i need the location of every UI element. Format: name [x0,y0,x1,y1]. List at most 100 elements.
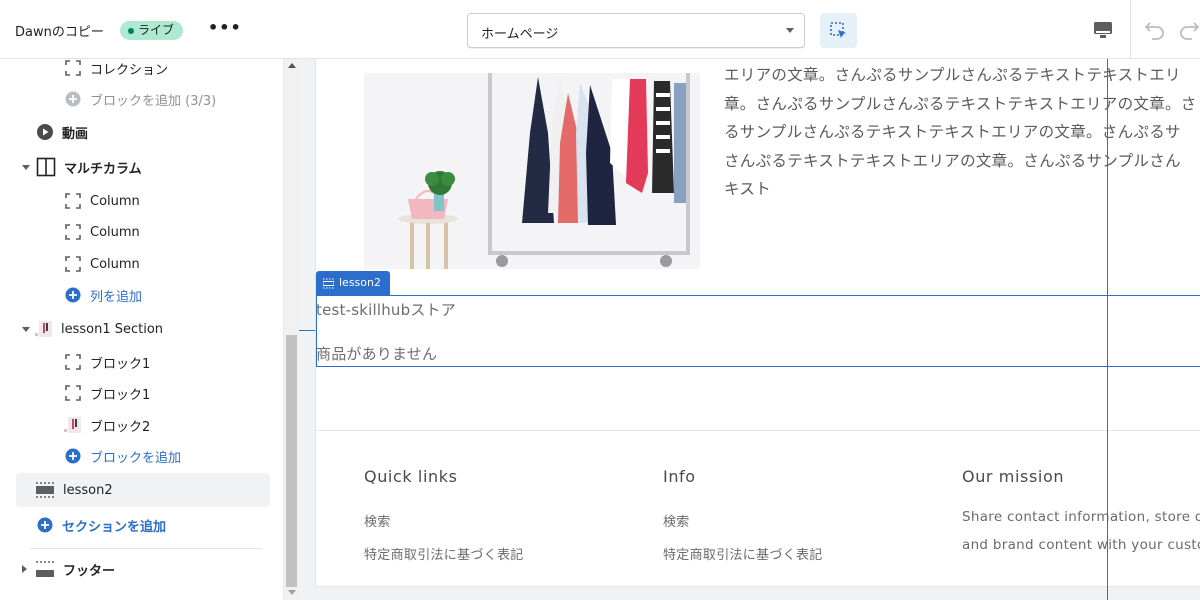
sidebar-scrollbar[interactable] [283,59,299,600]
editor-topbar: Dawnのコピー ライブ ••• ホームページ [0,0,1200,59]
sidebar-item-collection[interactable]: コレクション [64,59,168,80]
add-column-button[interactable]: 列を追加 [64,283,142,307]
sidebar-item-multicolumn[interactable]: マルチカラム [22,155,142,179]
topbar-divider [1130,0,1131,59]
alignment-guide-horizontal [299,330,315,331]
add-circle-icon [65,287,81,303]
more-actions-button[interactable]: ••• [208,19,241,41]
theme-name: Dawnのコピー [15,25,104,40]
page-selector[interactable]: ホームページ [467,13,805,48]
body-text-line: さんぷるテキストテキストエリアの文章。さんぷるサンプルさん [724,151,1181,170]
section-sidebar: コレクション ブロックを追加 (3/3) 動画 マルチカラム Column Co… [0,59,283,600]
sidebar-item-label: 列を追加 [90,289,143,305]
chevron-down-icon[interactable] [22,164,30,170]
sidebar-item-lesson1-section[interactable]: lesson1 Section [22,317,163,341]
block-icon [65,385,81,401]
sidebar-item-block2[interactable]: ブロック2 [64,413,150,437]
section-label-text: lesson2 [339,276,381,289]
sidebar-item-label: ブロック1 [90,387,151,403]
clothing-rack-image [364,73,700,269]
sidebar-item-label: Column [90,193,140,209]
no-products-text: 商品がありません [316,345,438,363]
desktop-view-button[interactable] [1090,17,1116,43]
image-thumb-icon [64,417,81,433]
block-icon [65,60,81,76]
block-icon [65,354,81,370]
add-section-button[interactable]: セクションを追加 [36,513,166,537]
sidebar-item-label: ブロックを追加 [90,450,182,466]
footer-heading: Our mission [962,467,1065,486]
clothing-rack-illustration [364,73,700,269]
sidebar-item-block1[interactable]: ブロック1 [64,350,150,374]
body-text-line: 章。さんぷるサンプルさんぷるテキストテキストエリアの文章。さ [724,94,1197,113]
sidebar-item-label: lesson1 Section [61,321,164,337]
live-label: ライブ [138,23,175,37]
live-status-badge: ライブ [120,21,184,40]
footer-divider [316,430,1200,431]
sidebar-item-label: マルチカラム [64,161,142,177]
sidebar-item-column[interactable]: Column [64,220,140,244]
add-circle-icon [65,448,81,464]
body-text-line: るサンプルさんぷるテキストテキストエリアの文章。さんぷるサ [724,123,1181,142]
block-icon [65,224,81,240]
footer-link-search[interactable]: 検索 [364,511,524,530]
section-label-tag[interactable]: lesson2 [316,271,390,295]
sidebar-item-column[interactable]: Column [64,189,140,213]
footer-link-legal[interactable]: 特定商取引法に基づく表記 [663,544,823,563]
sidebar-item-label: ブロックを追加 (3/3) [90,93,217,109]
add-block-button-disabled[interactable]: ブロックを追加 (3/3) [64,87,216,111]
chevron-down-icon[interactable] [22,326,30,332]
scrollbar-thumb[interactable] [286,335,297,587]
sidebar-item-label: Column [90,224,140,240]
sidebar-item-footer[interactable]: フッター [22,557,115,581]
inspector-toggle-button[interactable] [820,13,857,48]
body-text-line: エリアの文章。さんぷるサンプルさんぷるテキストテキストエリ [724,66,1181,84]
sidebar-item-label: フッター [63,563,116,579]
sidebar-item-label: ブロック2 [90,419,151,435]
block-icon [65,193,81,209]
footer-link-legal[interactable]: 特定商取引法に基づく表記 [364,544,524,563]
footer-mission-text: Share contact information, store d and b… [962,503,1200,559]
footer-mission-line: Share contact information, store d [962,509,1200,525]
add-circle-icon [65,91,81,107]
footer-mission-line: and brand content with your custo [962,537,1200,553]
redo-icon [1180,22,1200,40]
sidebar-item-label: コレクション [90,62,169,78]
chevron-down-icon [786,28,794,33]
alignment-guide-vertical [1107,59,1108,600]
footer-icon [36,561,54,577]
chevron-right-icon[interactable] [22,565,27,573]
image-thumb-icon [35,321,52,337]
scroll-up-arrow-icon[interactable] [288,63,296,68]
store-name-text: test-skillhubストア [316,301,456,319]
undo-button[interactable] [1143,19,1167,41]
add-block-button[interactable]: ブロックを追加 [64,444,181,468]
page-selector-value: ホームページ [481,27,559,42]
footer-our-mission: Our mission Share contact information, s… [962,467,1200,559]
sidebar-item-lesson2[interactable]: lesson2 [35,478,113,502]
add-circle-icon [37,517,53,533]
desktop-icon [1094,22,1112,38]
block-icon [65,256,81,272]
section-icon [36,482,54,498]
sidebar-item-label: ブロック1 [90,356,151,372]
redo-button[interactable] [1177,19,1200,41]
sidebar-item-column[interactable]: Column [64,252,140,276]
sidebar-item-block1[interactable]: ブロック1 [64,381,150,405]
sidebar-item-label: 動画 [62,126,89,142]
footer-quick-links: Quick links 検索 特定商取引法に基づく表記 [364,467,524,563]
footer-heading: Quick links [364,467,458,486]
sidebar-item-label: lesson2 [63,482,113,498]
columns-icon [36,157,56,177]
sidebar-divider [30,548,262,549]
body-text-line: キスト [724,180,771,199]
footer-info: Info 検索 特定商取引法に基づく表記 [663,467,823,563]
theme-preview: エリアの文章。さんぷるサンプルさんぷるテキストテキストエリ 章。さんぷるサンプル… [299,59,1200,600]
section-icon [323,278,334,288]
footer-heading: Info [663,467,696,486]
live-dot-icon [128,27,134,34]
play-icon [37,124,53,140]
footer-link-search[interactable]: 検索 [663,511,823,530]
scroll-down-arrow-icon[interactable] [288,590,296,595]
sidebar-item-video[interactable]: 動画 [36,120,88,144]
